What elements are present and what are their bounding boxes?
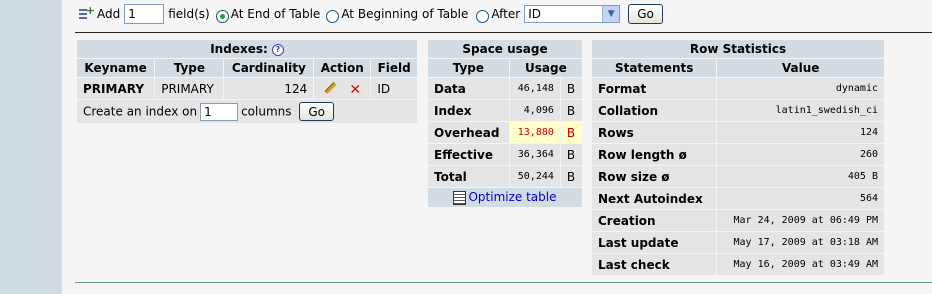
- stat-value: 405 B: [717, 166, 884, 187]
- col-action: Action: [314, 59, 371, 77]
- table-row: Creation Mar 24, 2009 at 06:49 PM: [592, 210, 884, 231]
- space-type: Overhead: [428, 122, 509, 143]
- delete-x-icon[interactable]: ✕: [348, 83, 362, 97]
- create-index-prefix: Create an index on: [83, 104, 198, 119]
- space-unit: B: [560, 78, 582, 99]
- table-row: Next Autoindex 564: [592, 188, 884, 209]
- space-unit: B: [560, 122, 582, 143]
- table-row: Data 46,148 B: [428, 78, 582, 99]
- stat-label: Format: [592, 78, 717, 99]
- stat-value: May 16, 2009 at 03:49 AM: [717, 254, 884, 275]
- stat-value: latin1_swedish_ci: [717, 100, 884, 121]
- table-row: PRIMARY PRIMARY 124 ✕ ID: [77, 78, 417, 99]
- stat-label: Creation: [592, 210, 717, 231]
- index-cardinality: 124: [224, 78, 314, 99]
- table-row: Last update May 17, 2009 at 03:18 AM: [592, 232, 884, 253]
- add-label: Add: [97, 7, 121, 21]
- stat-label: Row length ø: [592, 144, 717, 165]
- index-columns-input[interactable]: [200, 102, 239, 121]
- space-unit: B: [560, 100, 582, 121]
- space-unit: B: [560, 144, 582, 165]
- after-field-select[interactable]: ID ▼: [524, 5, 621, 23]
- table-row: Collation latin1_swedish_ci: [592, 100, 884, 121]
- fields-label: field(s): [168, 7, 210, 21]
- table-row: Last check May 16, 2009 at 03:49 AM: [592, 254, 884, 275]
- space-type: Total: [428, 166, 509, 187]
- navigation-frame: [0, 0, 62, 294]
- create-index-suffix: columns: [241, 104, 292, 119]
- add-field-icon: +: [79, 5, 95, 22]
- overhead-value: 13,880: [509, 122, 560, 143]
- row-statistics-title: Row Statistics: [592, 40, 884, 58]
- table-row: Total 50,244 B: [428, 166, 582, 187]
- optimize-table-link[interactable]: Optimize table: [428, 188, 582, 207]
- stat-label: Rows: [592, 122, 717, 143]
- space-type: Index: [428, 100, 509, 121]
- top-divider: [75, 32, 932, 33]
- optimize-table-icon: [453, 190, 467, 205]
- stat-label: Last check: [592, 254, 717, 275]
- stat-value: May 17, 2009 at 03:18 AM: [717, 232, 884, 253]
- after-radio[interactable]: [476, 9, 490, 23]
- space-usage-table: Space usage Type Usage Data 46,148 B Ind…: [427, 39, 583, 208]
- table-row: Rows 124: [592, 122, 884, 143]
- chevron-down-icon[interactable]: ▼: [602, 6, 620, 22]
- col-space-usage: Usage: [509, 59, 582, 77]
- stat-value: 124: [717, 122, 884, 143]
- table-row: Row size ø 405 B: [592, 166, 884, 187]
- space-value: 4,096: [509, 100, 560, 121]
- at-end-label[interactable]: At End of Table: [231, 7, 321, 21]
- stat-label: Next Autoindex: [592, 188, 717, 209]
- edit-pencil-icon[interactable]: [322, 80, 336, 94]
- create-index-go-button[interactable]: Go: [299, 102, 334, 121]
- stat-value: 564: [717, 188, 884, 209]
- stat-value: 260: [717, 144, 884, 165]
- space-value: 36,364: [509, 144, 560, 165]
- col-type: Type: [155, 59, 224, 77]
- after-label[interactable]: After: [491, 7, 520, 21]
- at-beginning-radio[interactable]: [326, 9, 340, 23]
- stat-label: Row size ø: [592, 166, 717, 187]
- space-unit: B: [560, 166, 582, 187]
- bottom-divider: [75, 282, 932, 283]
- stat-label: Collation: [592, 100, 717, 121]
- space-usage-title: Space usage: [428, 40, 582, 58]
- col-value: Value: [717, 59, 884, 77]
- after-field-value: ID: [528, 7, 541, 21]
- index-field: ID: [371, 78, 417, 99]
- index-type: PRIMARY: [155, 78, 224, 99]
- help-icon[interactable]: ?: [271, 43, 284, 56]
- stat-value: Mar 24, 2009 at 06:49 PM: [717, 210, 884, 231]
- col-cardinality: Cardinality: [224, 59, 314, 77]
- col-statements: Statements: [592, 59, 717, 77]
- create-index-form: Create an index on columns Go: [77, 100, 417, 123]
- row-statistics-table: Row Statistics Statements Value Format dy…: [591, 39, 885, 276]
- at-beginning-label[interactable]: At Beginning of Table: [341, 7, 468, 21]
- table-row: Overhead 13,880 B: [428, 122, 582, 143]
- table-row: Row length ø 260: [592, 144, 884, 165]
- add-field-form: + Add field(s) At End of Table At Beginn…: [79, 3, 663, 25]
- space-value: 50,244: [509, 166, 560, 187]
- indexes-table: Indexes:? Keyname Type Cardinality Actio…: [76, 39, 418, 124]
- space-type: Effective: [428, 144, 509, 165]
- col-field: Field: [371, 59, 417, 77]
- add-fields-go-button[interactable]: Go: [628, 4, 663, 24]
- table-row: Index 4,096 B: [428, 100, 582, 121]
- index-keyname: PRIMARY: [77, 78, 155, 99]
- space-value: 46,148: [509, 78, 560, 99]
- table-row: Format dynamic: [592, 78, 884, 99]
- indexes-title: Indexes:?: [77, 40, 417, 58]
- stat-value: dynamic: [717, 78, 884, 99]
- stat-label: Last update: [592, 232, 717, 253]
- col-space-type: Type: [428, 59, 509, 77]
- at-end-radio[interactable]: [215, 9, 229, 23]
- col-keyname: Keyname: [77, 59, 155, 77]
- space-type: Data: [428, 78, 509, 99]
- table-row: Effective 36,364 B: [428, 144, 582, 165]
- field-count-input[interactable]: [124, 4, 165, 24]
